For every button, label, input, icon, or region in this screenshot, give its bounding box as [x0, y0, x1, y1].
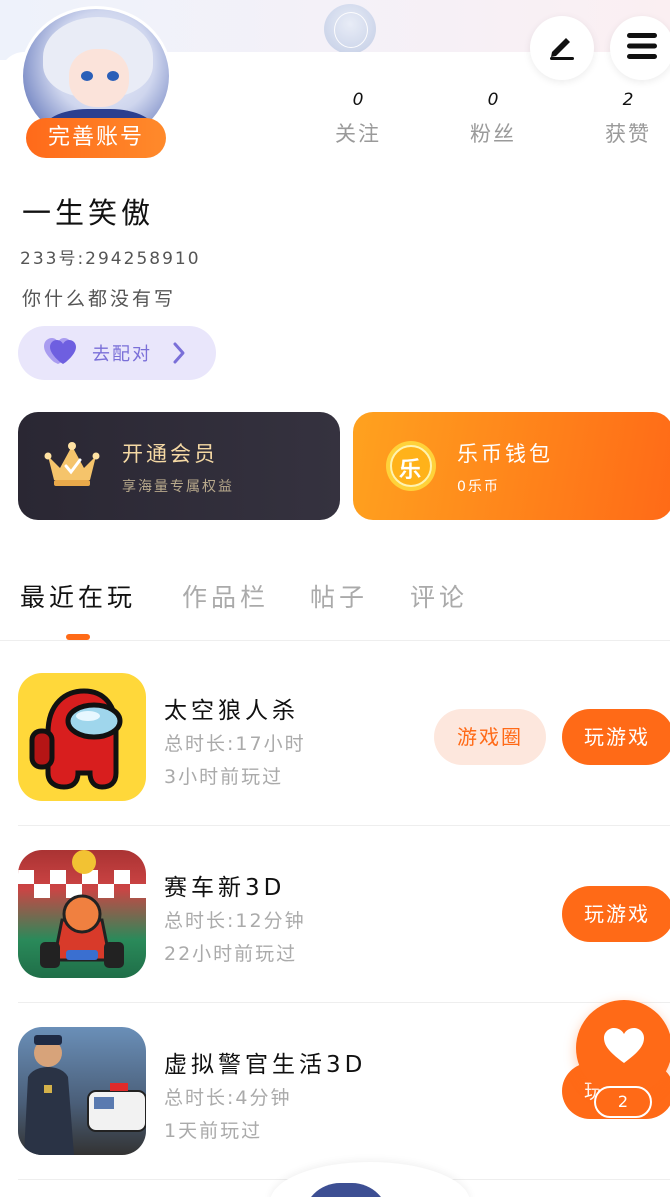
- stat-fans[interactable]: 0 粉丝: [453, 90, 533, 148]
- match-button[interactable]: 去配对: [18, 326, 216, 380]
- game-name: 太空狼人杀: [164, 698, 299, 724]
- divider: [0, 640, 670, 641]
- stat-likes[interactable]: 2 获赞: [588, 90, 668, 148]
- game-name: 虚拟警官生活3D: [164, 1052, 367, 1078]
- game-row[interactable]: 太空狼人杀 总时长:17小时 3小时前玩过 游戏圈 玩游戏: [0, 649, 670, 826]
- game-row[interactable]: 赛车新3D 总时长:12分钟 22小时前玩过 玩游戏: [0, 826, 670, 1003]
- game-name: 赛车新3D: [164, 875, 286, 901]
- globe-icon: [324, 4, 376, 54]
- tab-comments[interactable]: 评论: [410, 578, 468, 614]
- stat-label: 关注: [335, 122, 381, 146]
- hearts-icon: [44, 338, 78, 368]
- nickname: 一生笑傲: [22, 196, 155, 230]
- game-icon-among-us: [18, 673, 146, 801]
- match-label: 去配对: [92, 344, 152, 365]
- stat-following[interactable]: 0 关注: [318, 90, 398, 148]
- game-last-played: 3小时前玩过: [164, 766, 284, 788]
- stat-label: 获赞: [605, 122, 651, 146]
- coin-glyph: 乐: [399, 458, 422, 483]
- game-icon-racing: [18, 850, 146, 978]
- floating-like-button[interactable]: [576, 1000, 670, 1096]
- fab-count-badge: 2: [594, 1086, 652, 1118]
- stat-value: 2: [622, 90, 634, 110]
- tab-posts[interactable]: 帖子: [310, 578, 368, 614]
- bio: 你什么都没有写: [22, 288, 177, 310]
- play-game-button[interactable]: 玩游戏: [562, 886, 670, 942]
- play-game-button[interactable]: 玩游戏: [562, 709, 670, 765]
- game-duration: 总时长:4分钟: [164, 1087, 292, 1109]
- complete-account-button[interactable]: 完善账号: [26, 118, 166, 158]
- game-duration: 总时长:12分钟: [164, 910, 306, 932]
- menu-button[interactable]: [610, 16, 670, 80]
- crown-icon: [44, 440, 100, 494]
- game-last-played: 1天前玩过: [164, 1120, 263, 1142]
- stat-value: 0: [487, 90, 499, 110]
- vip-title: 开通会员: [122, 442, 218, 466]
- user-id: 233号:294258910: [20, 249, 201, 269]
- game-last-played: 22小时前玩过: [164, 943, 298, 965]
- game-duration: 总时长:17小时: [164, 733, 306, 755]
- game-icon-police: [18, 1027, 146, 1155]
- wallet-title: 乐币钱包: [457, 442, 553, 466]
- wallet-subtitle: 0乐币: [457, 479, 500, 495]
- menu-icon: [625, 31, 659, 65]
- stat-value: 0: [352, 90, 364, 110]
- stat-label: 粉丝: [470, 122, 516, 146]
- tab-recent[interactable]: 最近在玩: [20, 578, 136, 614]
- tab-works[interactable]: 作品栏: [182, 578, 269, 614]
- pen-icon: [546, 30, 578, 66]
- edit-button[interactable]: [530, 16, 594, 80]
- chevron-right-icon: [172, 341, 186, 369]
- heart-icon: [604, 1028, 644, 1068]
- vip-card[interactable]: 开通会员 享海量专属权益: [18, 412, 340, 520]
- game-circle-button[interactable]: 游戏圈: [434, 709, 546, 765]
- wallet-card[interactable]: 乐 乐币钱包 0乐币: [353, 412, 670, 520]
- game-row[interactable]: 虚拟警官生活3D 总时长:4分钟 1天前玩过 玩: [0, 1003, 670, 1180]
- vip-subtitle: 享海量专属权益: [122, 479, 234, 495]
